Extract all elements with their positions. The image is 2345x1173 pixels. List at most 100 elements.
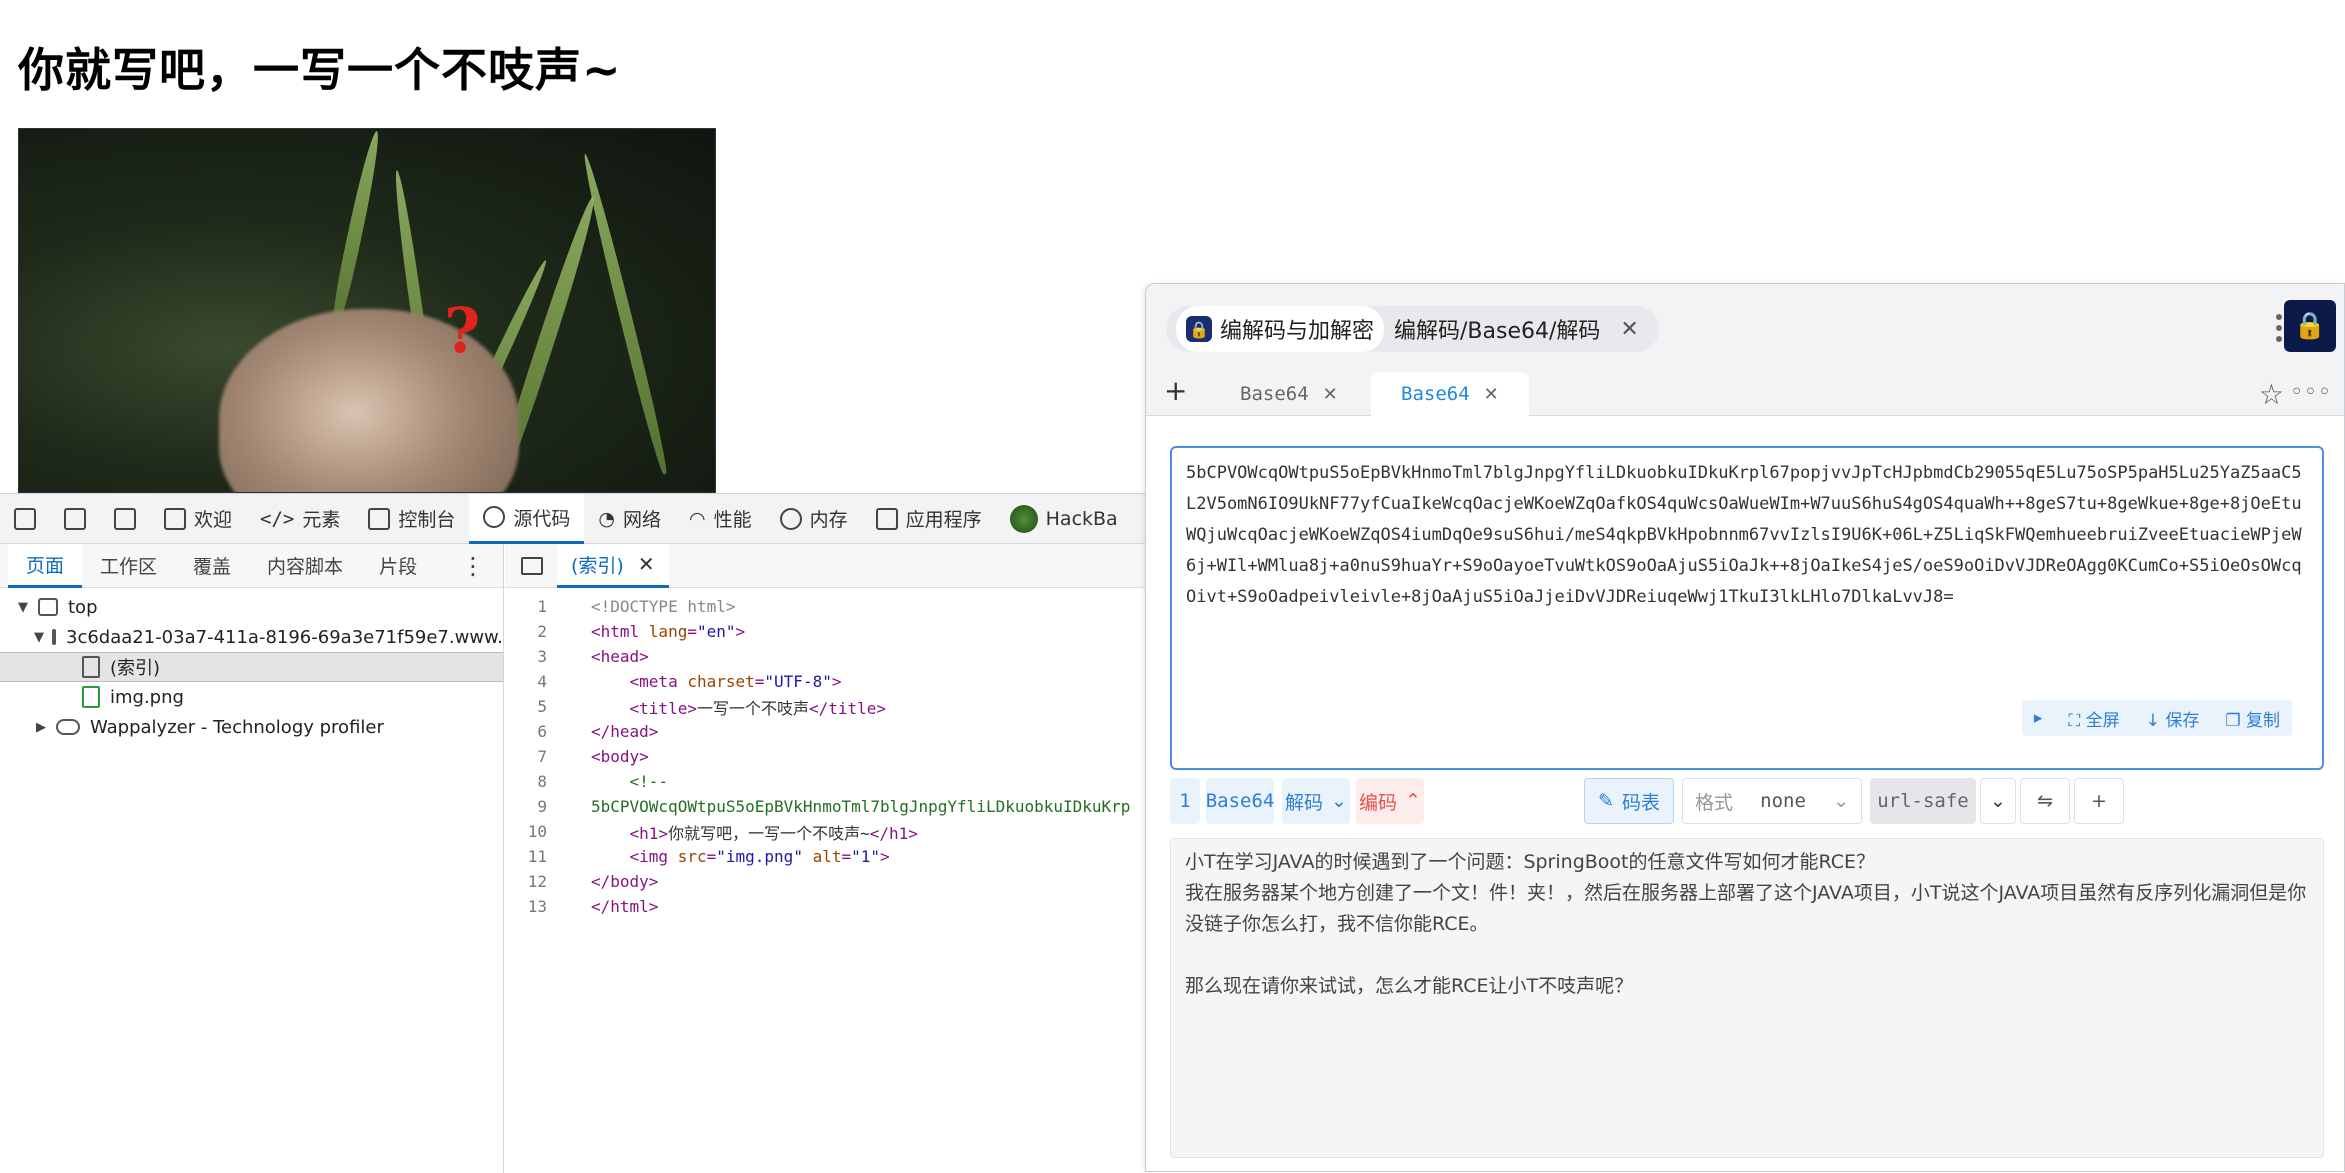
code-text: <html lang="en"> [591, 622, 746, 641]
tree-item-top[interactable]: ▼ top [0, 592, 503, 622]
encode-button[interactable]: 编码 ⌃ [1356, 778, 1424, 824]
tab-page[interactable]: 页面 [8, 543, 83, 588]
save-button[interactable]: ↓ 保存 [2146, 706, 2200, 731]
code-table-button[interactable]: ✎ 码表 [1584, 778, 1674, 824]
tab-content-scripts[interactable]: 内容脚本 [249, 544, 361, 588]
add-tab-icon[interactable]: + [1164, 374, 1187, 407]
code-text: <!DOCTYPE html> [591, 597, 736, 616]
tab-hackbar[interactable]: HackBa [996, 494, 1132, 544]
input-textarea[interactable]: 5bCPVOWcqOWtpuS5oEpBVkHnmoTml7blgJnpgYfl… [1170, 446, 2324, 770]
copy-button[interactable]: ❐ 复制 [2225, 706, 2280, 731]
source-tabs: (索引) ✕ [505, 543, 1145, 588]
tab-application[interactable]: 应用程序 [862, 494, 996, 544]
line-number: 13 [527, 897, 547, 916]
input-actions: ▸ ⛶ 全屏 ↓ 保存 ❐ 复制 [2021, 700, 2292, 736]
chevron-down-icon[interactable]: ⌄ [1980, 778, 2016, 824]
breadcrumb-app[interactable]: 🔒 编解码与加解密 [1176, 306, 1385, 352]
tab-label: 欢迎 [194, 509, 233, 531]
type-badge[interactable]: Base64 [1206, 778, 1274, 824]
close-icon[interactable]: ✕ [1620, 317, 1638, 342]
code-editor[interactable]: 1 <!DOCTYPE html> 2 <html lang="en"> 3 <head>… [505, 588, 1145, 919]
tab-base64-1[interactable]: Base64 ✕ [1210, 372, 1368, 416]
home-icon [164, 507, 186, 530]
line-number: 11 [527, 847, 547, 866]
close-icon[interactable]: ✕ [1484, 384, 1499, 405]
tree-label: img.png [110, 686, 184, 708]
sidebar-toggle-icon[interactable] [521, 556, 543, 575]
decode-button[interactable]: 解码 ⌄ [1282, 778, 1350, 824]
app-logo-icon: 🔒 [2284, 300, 2336, 352]
url-safe-toggle[interactable]: url-safe [1870, 778, 1976, 824]
code-line: 1 <!DOCTYPE html> [505, 594, 1145, 619]
tree-label: Wappalyzer - Technology profiler [90, 716, 384, 738]
swap-icon[interactable]: ⇋ [2020, 778, 2070, 824]
tab-label: 元素 [302, 509, 341, 531]
source-file-tab[interactable]: (索引) ✕ [557, 543, 669, 588]
code-line: 9 5bCPVOWcqOWtpuS5oEpBVkHnmoTml7blgJnpgYf… [505, 794, 1145, 819]
inspect-tool[interactable] [0, 494, 50, 544]
star-icon[interactable]: ☆ [2259, 378, 2284, 411]
close-icon[interactable]: ✕ [1323, 384, 1338, 405]
menu-icon[interactable] [2276, 314, 2282, 342]
code-icon: </> [260, 507, 295, 530]
tab-memory[interactable]: 内存 [766, 494, 862, 544]
tab-workspace[interactable]: 工作区 [82, 544, 175, 588]
more-icon[interactable]: ◦◦◦ [2290, 380, 2332, 405]
tab-label: 应用程序 [905, 509, 982, 531]
tree-item-extension[interactable]: ▶ Wappalyzer - Technology profiler [0, 712, 503, 742]
tree-item-index[interactable]: (索引) [0, 652, 503, 682]
breadcrumb: 🔒 编解码与加解密 编解码/Base64/解码 ✕ [1166, 306, 1659, 352]
chevron-down-icon: ⌄ [1331, 790, 1347, 812]
fullscreen-button[interactable]: ⛶ 全屏 [2068, 706, 2119, 731]
tab-sources[interactable]: 源代码 [469, 493, 585, 544]
tab-label: HackBa [1045, 507, 1118, 530]
breadcrumb-path[interactable]: 编解码/Base64/解码 ✕ [1384, 306, 1649, 352]
tab-snippets[interactable]: 片段 [361, 544, 435, 588]
play-icon[interactable]: ▸ [2034, 708, 2043, 728]
more-icon[interactable]: ⋮ [461, 552, 485, 580]
code-line: 7 <body> [505, 744, 1145, 769]
tree-label: top [68, 596, 98, 618]
code-line: 4 <meta charset="UTF-8"> [505, 669, 1145, 694]
source-pane: (索引) ✕ 1 <!DOCTYPE html> 2 <html lang="en">… [505, 543, 1145, 1173]
line-number: 12 [527, 872, 547, 891]
code-text: <body> [591, 747, 649, 766]
tree-label: 3c6daa21-03a7-411a-8196-69a3e71f59e7.www… [66, 626, 503, 648]
tree-item-origin[interactable]: ▼ 3c6daa21-03a7-411a-8196-69a3e71f59e7.w… [0, 622, 503, 652]
code-text: </body> [591, 872, 659, 891]
line-number: 1 [537, 597, 547, 616]
tab-label: 控制台 [398, 509, 456, 531]
tab-performance[interactable]: ◠ 性能 [675, 494, 766, 544]
tree-item-img[interactable]: img.png [0, 682, 503, 712]
wifi-icon: ◔ [598, 507, 615, 530]
tab-base64-2[interactable]: Base64 ✕ [1371, 372, 1529, 416]
tab-overrides[interactable]: 覆盖 [175, 544, 249, 588]
code-line: 10 <h1>你就写吧，一写一个不吱声~</h1> [505, 819, 1145, 844]
output-text: 小T在学习JAVA的时候遇到了一个问题：SpringBoot的任意文件写如何才能… [1185, 851, 2307, 997]
format-select[interactable]: 格式 none ⌄ [1682, 778, 1862, 824]
code-line: 12 </body> [505, 869, 1145, 894]
tab-console[interactable]: 控制台 [354, 494, 469, 544]
code-text: <title>一写一个不吱声</title> [629, 698, 887, 718]
code-text: <meta charset="UTF-8"> [629, 672, 842, 691]
collapsed-arrow-icon: ▶ [36, 719, 46, 735]
code-text: 5bCPVOWcqOWtpuS5oEpBVkHnmoTml7blgJnpgYfl… [591, 797, 1131, 816]
tab-network[interactable]: ◔ 网络 [584, 494, 675, 544]
navigator-tabs: 页面 工作区 覆盖 内容脚本 片段 ⋮ [0, 543, 503, 588]
output-textarea[interactable]: 小T在学习JAVA的时候遇到了一个问题：SpringBoot的任意文件写如何才能… [1170, 838, 2324, 1158]
device-tool[interactable] [50, 494, 100, 544]
close-icon[interactable]: ✕ [638, 552, 655, 576]
tab-label: 源代码 [513, 507, 571, 530]
add-icon[interactable]: + [2074, 778, 2124, 824]
file-icon [82, 656, 100, 678]
cloud-icon [56, 719, 80, 735]
dock-tool[interactable] [100, 494, 150, 544]
navigator-pane: 页面 工作区 覆盖 内容脚本 片段 ⋮ ▼ top ▼ 3c6daa21-03a… [0, 543, 504, 1173]
code-line: 11 <img src="img.png" alt="1"> [505, 844, 1145, 869]
devtools-panel: 欢迎 </> 元素 控制台 源代码 ◔ 网络 ◠ 性能 内存 应用程序 HackBa … [0, 493, 1145, 1173]
code-line: 8 <!-- [505, 769, 1145, 794]
lock-icon: 🔒 [1186, 316, 1212, 342]
tab-welcome[interactable]: 欢迎 [150, 494, 246, 544]
expanded-arrow-icon: ▼ [18, 599, 28, 615]
tab-elements[interactable]: </> 元素 [246, 494, 354, 544]
